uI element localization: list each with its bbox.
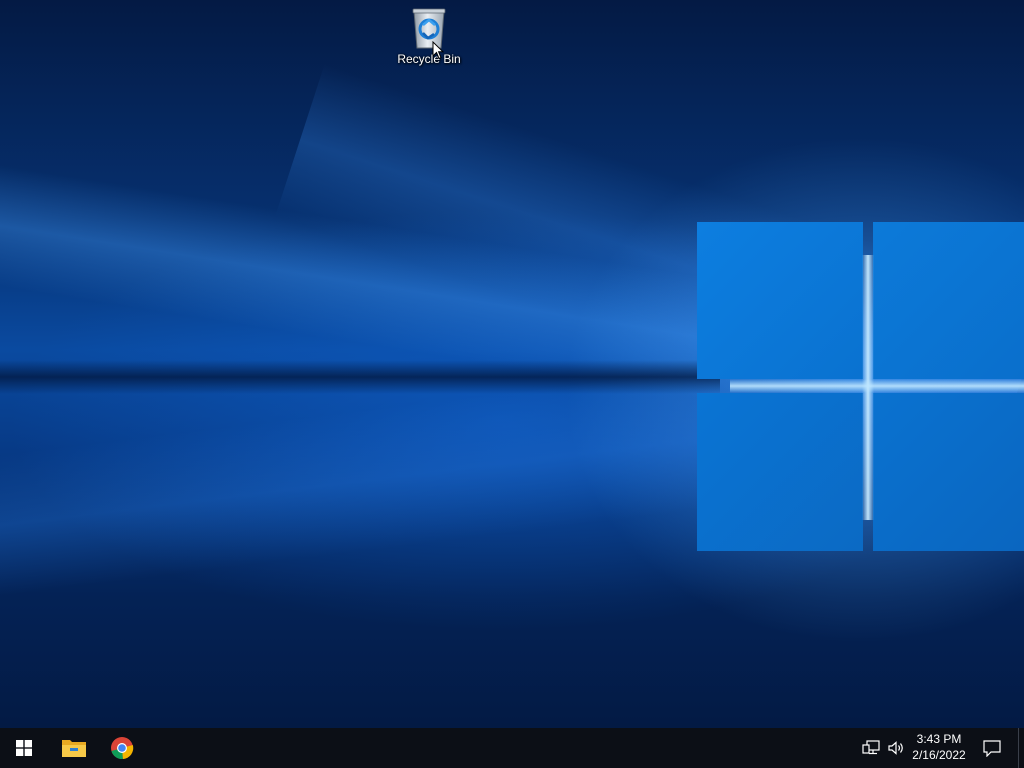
desktop-icon-label: Recycle Bin xyxy=(397,52,461,66)
mouse-cursor-icon xyxy=(432,41,444,60)
volume-icon xyxy=(888,741,903,755)
windows-logo-icon xyxy=(16,740,32,756)
wallpaper-window-pane xyxy=(873,222,1024,379)
taskbar-file-explorer[interactable] xyxy=(50,728,98,768)
network-icon xyxy=(862,740,880,755)
taskbar-chrome[interactable] xyxy=(98,728,146,768)
clock-time: 3:43 PM xyxy=(916,732,962,746)
notification-icon xyxy=(983,739,1001,757)
taskbar: 3:43 PM 2/16/2022 xyxy=(0,728,1024,768)
wallpaper-window-pane xyxy=(873,393,1024,551)
taskbar-clock[interactable]: 3:43 PM 2/16/2022 xyxy=(904,731,974,765)
desktop[interactable]: Recycle Bin xyxy=(0,0,1024,728)
wallpaper-window-pane xyxy=(697,393,863,551)
start-button[interactable] xyxy=(0,728,48,768)
wallpaper-glow-horizontal xyxy=(730,379,1024,393)
desktop-icon-recycle-bin[interactable]: Recycle Bin xyxy=(393,6,465,74)
wallpaper-shadow-band xyxy=(0,360,720,394)
wallpaper-window-pane xyxy=(697,222,863,379)
clock-date: 2/16/2022 xyxy=(912,748,966,762)
folder-icon xyxy=(62,740,86,757)
show-desktop-button[interactable] xyxy=(1018,728,1024,768)
chrome-icon xyxy=(111,737,134,760)
action-center-button[interactable] xyxy=(978,728,1006,768)
tray-network[interactable] xyxy=(858,728,884,768)
